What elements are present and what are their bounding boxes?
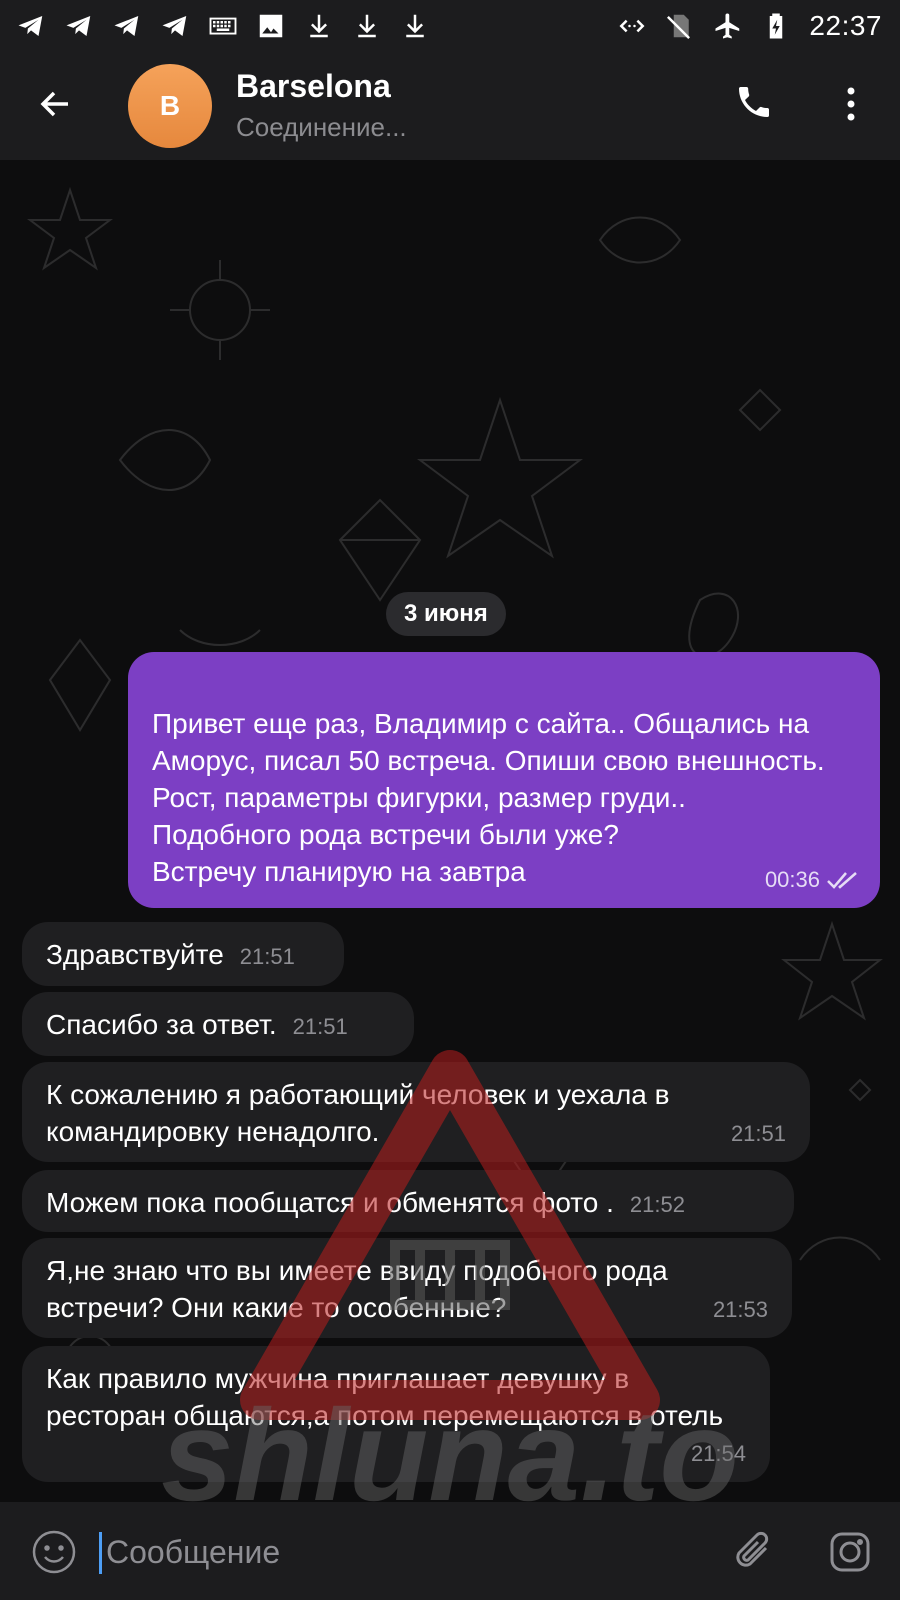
incoming-message[interactable]: Как правило мужчина приглашает девушку в… bbox=[22, 1346, 770, 1482]
message-meta: 00:36 bbox=[765, 861, 860, 898]
attach-button[interactable] bbox=[730, 1526, 780, 1578]
camera-icon bbox=[830, 1532, 870, 1572]
clock: 22:37 bbox=[809, 10, 882, 41]
message-text: Здравствуйте bbox=[46, 939, 224, 970]
emoji-icon bbox=[32, 1530, 76, 1574]
message-time: 21:51 bbox=[292, 1014, 348, 1039]
message-text: Привет еще раз, Владимир с сайта.. Общал… bbox=[152, 708, 825, 887]
incoming-message[interactable]: Спасибо за ответ. 21:51 bbox=[22, 992, 414, 1056]
message-time: 21:51 bbox=[239, 944, 295, 969]
outgoing-message[interactable]: Привет еще раз, Владимир с сайта.. Общал… bbox=[128, 652, 880, 908]
status-bar: 22:37 bbox=[0, 0, 900, 52]
message-time: 21:53 bbox=[712, 1297, 768, 1322]
keyboard-icon bbox=[208, 11, 238, 41]
text-cursor bbox=[99, 1532, 102, 1574]
call-button[interactable] bbox=[734, 82, 778, 126]
date-separator: 3 июня bbox=[386, 592, 506, 636]
no-sim-icon bbox=[665, 11, 695, 41]
download-icon bbox=[400, 11, 430, 41]
incoming-message[interactable]: Можем пока пообщатся и обменятся фото . 2… bbox=[22, 1170, 794, 1232]
camera-button[interactable] bbox=[826, 1528, 874, 1576]
chat-header: B Barselona Соединение... bbox=[0, 52, 900, 160]
emoji-button[interactable] bbox=[30, 1528, 78, 1576]
incoming-message[interactable]: К сожалению я работающий человек и уехал… bbox=[22, 1062, 810, 1162]
message-text: Я,не знаю что вы имеете ввиду подобного … bbox=[46, 1255, 668, 1323]
back-button[interactable] bbox=[34, 82, 78, 126]
message-time: 21:54 bbox=[690, 1441, 746, 1466]
image-icon bbox=[256, 11, 286, 41]
telegram-icon bbox=[112, 11, 142, 41]
message-time: 00:36 bbox=[764, 867, 820, 892]
telegram-icon bbox=[64, 11, 94, 41]
paperclip-icon bbox=[736, 1531, 769, 1567]
telegram-icon bbox=[160, 11, 190, 41]
download-icon bbox=[352, 11, 382, 41]
message-input[interactable] bbox=[104, 1528, 688, 1576]
avatar[interactable]: B bbox=[128, 64, 212, 148]
code-arrows-icon bbox=[617, 11, 647, 41]
message-time: 21:52 bbox=[629, 1192, 685, 1217]
message-text: Спасибо за ответ. bbox=[46, 1009, 277, 1040]
download-icon bbox=[304, 11, 334, 41]
message-composer bbox=[0, 1502, 900, 1600]
telegram-icon bbox=[16, 11, 46, 41]
message-time: 21:51 bbox=[730, 1121, 786, 1146]
battery-charging-icon bbox=[761, 11, 791, 41]
kebab-menu-icon bbox=[847, 87, 855, 121]
connection-status: Соединение... bbox=[236, 112, 407, 142]
phone-icon bbox=[739, 87, 769, 117]
double-check-icon bbox=[827, 871, 857, 889]
arrow-left-icon bbox=[40, 91, 68, 117]
incoming-message[interactable]: Я,не знаю что вы имеете ввиду подобного … bbox=[22, 1238, 792, 1338]
chat-title[interactable]: Barselona bbox=[236, 68, 391, 105]
system-status-icons: 22:37 bbox=[617, 10, 882, 42]
message-text: Можем пока пообщатся и обменятся фото . bbox=[46, 1187, 614, 1218]
airplane-icon bbox=[713, 11, 743, 41]
message-text: К сожалению я работающий человек и уехал… bbox=[46, 1079, 670, 1147]
incoming-message[interactable]: Здравствуйте 21:51 bbox=[22, 922, 344, 986]
message-text: Как правило мужчина приглашает девушку в… bbox=[46, 1363, 724, 1431]
more-menu-button[interactable] bbox=[836, 82, 866, 126]
message-list[interactable]: 3 июня Привет еще раз, Владимир с сайта.… bbox=[0, 160, 900, 1502]
notification-icons bbox=[16, 11, 430, 41]
